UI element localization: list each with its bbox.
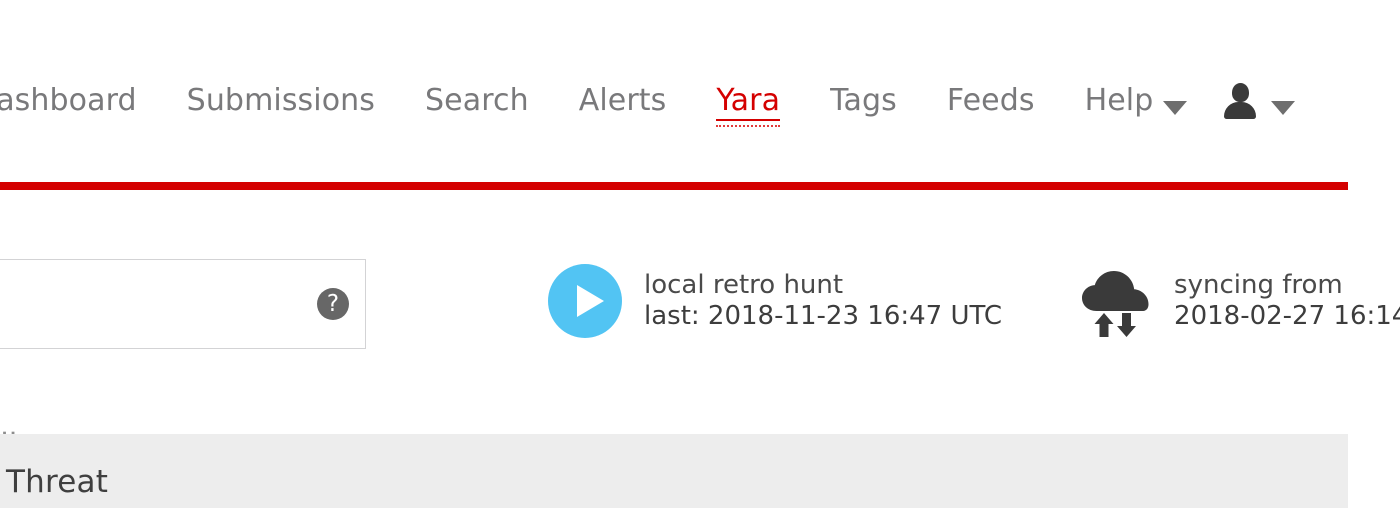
cloud-sync-icon [1080,264,1152,338]
search-area: ? ore... [0,259,368,442]
nav-item-submissions[interactable]: Submissions [162,86,400,116]
nav-item-help[interactable]: Help [1060,86,1196,116]
chevron-down-icon[interactable] [1163,101,1188,115]
nav-list: Dashboard Submissions Search Alerts Yara… [0,72,1305,130]
user-avatar-icon[interactable] [1223,83,1257,119]
status-group: local retro hunt last: 2018-11-23 16:47 … [548,264,1400,338]
question-mark-icon[interactable]: ? [317,288,349,320]
retro-hunt-text: local retro hunt last: 2018-11-23 16:47 … [644,270,1002,331]
play-icon[interactable] [548,264,622,338]
syncing-label: syncing from [1174,270,1343,301]
sub-header: ? ore... local retro hunt last: 2018-11-… [0,206,1400,442]
page-content: Dashboard Submissions Search Alerts Yara… [0,0,1400,508]
nav-item-feeds[interactable]: Feeds [922,86,1060,116]
user-chevron-down-icon[interactable] [1271,101,1296,115]
search-box[interactable]: ? [0,259,366,349]
nav-item-yara[interactable]: Yara [691,83,805,127]
nav-item-tags[interactable]: Tags [805,86,922,116]
nav-item-dashboard[interactable]: Dashboard [0,86,162,116]
syncing-text: syncing from 2018-02-27 16:14 UTC [1174,270,1400,331]
active-nav-dotted-underline [716,125,781,127]
nav-accent-rule [0,182,1348,190]
nav-item-search[interactable]: Search [400,86,554,116]
panel-title: est Threat [0,464,109,500]
active-nav-underline [716,119,781,121]
status-retro-hunt: local retro hunt last: 2018-11-23 16:47 … [548,264,1002,338]
avatar-head [1232,83,1250,102]
retro-hunt-label: local retro hunt [644,270,844,301]
user-menu[interactable] [1195,83,1305,119]
nav-item-alerts[interactable]: Alerts [554,86,692,116]
top-navigation: Dashboard Submissions Search Alerts Yara… [0,0,1400,182]
app-viewport: Dashboard Submissions Search Alerts Yara… [0,0,1400,508]
nav-item-help-label: Help [1084,83,1154,118]
avatar-body [1224,102,1257,119]
latest-threat-panel: est Threat [0,434,1348,508]
status-syncing: syncing from 2018-02-27 16:14 UTC [1080,264,1400,338]
syncing-value: 2018-02-27 16:14 UTC [1174,301,1400,331]
nav-item-yara-label: Yara [716,83,781,118]
retro-hunt-value: last: 2018-11-23 16:47 UTC [644,301,1003,331]
search-input[interactable] [0,260,289,348]
